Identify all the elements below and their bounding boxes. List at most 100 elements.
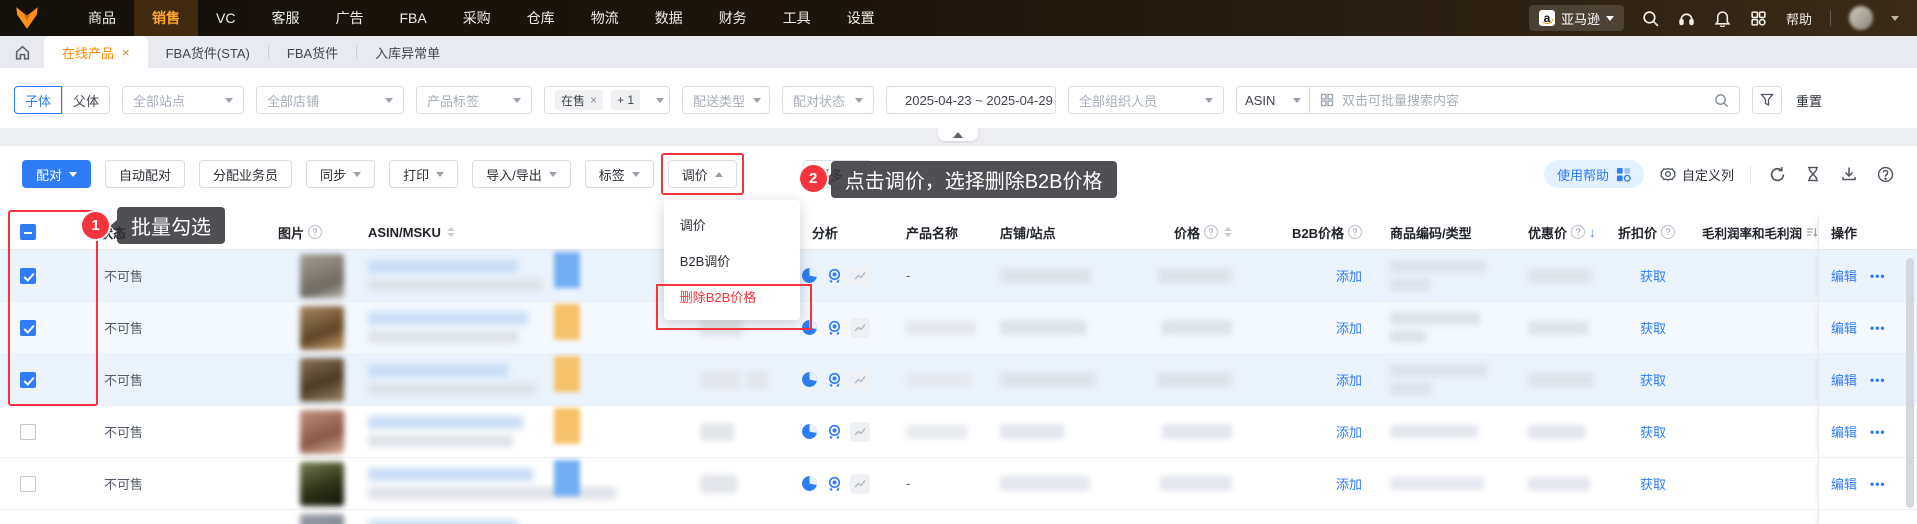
discount-fetch-link[interactable]: 获取 (1640, 474, 1666, 493)
print-button[interactable]: 打印 (389, 160, 459, 188)
question-icon[interactable] (1875, 164, 1895, 184)
tab-online-products[interactable]: 在线产品 × (44, 36, 148, 68)
radar-analysis-icon[interactable] (825, 371, 843, 389)
col-asin-msku[interactable]: ASIN/MSKU (368, 225, 455, 240)
trend-analysis-icon[interactable] (850, 369, 870, 390)
info-icon[interactable]: ? (308, 225, 323, 239)
apps-grid-icon[interactable] (1750, 9, 1768, 27)
discount-fetch-link[interactable]: 获取 (1640, 422, 1666, 441)
edit-link[interactable]: 编辑 (1831, 318, 1857, 337)
store-select[interactable]: 全部店铺 (256, 86, 405, 114)
variant-parent-button[interactable]: 父体 (62, 86, 111, 114)
radar-analysis-icon[interactable] (825, 423, 843, 441)
table-row[interactable]: 不可售 - 添加 获取 编辑 ••• (0, 458, 1917, 510)
info-icon[interactable]: ? (1204, 225, 1218, 239)
search-icon[interactable] (1714, 93, 1729, 108)
row-checkbox[interactable] (20, 423, 36, 440)
reset-button[interactable]: 重置 (1796, 91, 1822, 110)
refresh-icon[interactable] (1767, 164, 1787, 184)
collapse-filter-handle[interactable] (938, 128, 978, 141)
custom-columns-button[interactable]: 自定义列 (1660, 165, 1734, 184)
pair-status-select[interactable]: 配对状态 (782, 86, 875, 114)
table-row[interactable]: 不可售 添加 获取 编辑 ••• (0, 354, 1917, 406)
edit-link[interactable]: 编辑 (1831, 474, 1857, 493)
table-row[interactable]: 不可售 (0, 510, 1917, 524)
trend-analysis-icon[interactable] (850, 473, 870, 494)
sort-desc-icon[interactable]: ↓ (1589, 225, 1596, 240)
table-row[interactable]: 不可售 - 添加 获取 编辑 ••• (0, 250, 1917, 302)
tab-inbound-abnormal[interactable]: 入库异常单 (357, 36, 458, 68)
nav-help-link[interactable]: 帮助 (1786, 9, 1812, 28)
col-price[interactable]: 价格? (1174, 223, 1232, 242)
usage-help-button[interactable]: 使用帮助 (1543, 160, 1644, 188)
download-icon[interactable] (1839, 164, 1859, 184)
avatar[interactable] (1849, 6, 1873, 30)
nav-item-service[interactable]: 客服 (253, 0, 317, 36)
b2b-add-link[interactable]: 添加 (1336, 370, 1362, 389)
more-actions-icon[interactable]: ••• (1870, 477, 1886, 491)
menu-item-b2b-reprice[interactable]: B2B调价 (664, 242, 800, 278)
nav-item-goods[interactable]: 商品 (70, 0, 134, 36)
nav-item-ads[interactable]: 广告 (317, 0, 381, 36)
radar-analysis-icon[interactable] (825, 475, 843, 493)
pair-button[interactable]: 配对 (22, 160, 92, 188)
menu-item-reprice[interactable]: 调价 (664, 206, 800, 242)
b2b-add-link[interactable]: 添加 (1336, 266, 1362, 285)
trend-analysis-icon[interactable] (850, 421, 870, 442)
nav-item-fba[interactable]: FBA (381, 0, 444, 36)
site-select[interactable]: 全部站点 (122, 86, 245, 114)
product-tag-select[interactable]: 产品标签 (416, 86, 533, 114)
close-icon[interactable]: × (122, 45, 130, 60)
pie-analysis-icon[interactable] (800, 371, 818, 389)
edit-link[interactable]: 编辑 (1831, 422, 1857, 441)
search-icon[interactable] (1642, 9, 1660, 27)
pie-analysis-icon[interactable] (800, 423, 818, 441)
trend-analysis-icon[interactable] (850, 317, 870, 338)
platform-switcher[interactable]: a 亚马逊 (1528, 5, 1624, 31)
select-all-checkbox[interactable] (20, 224, 36, 240)
col-profit[interactable]: 毛利润率和毛利润 (1702, 223, 1818, 242)
tab-fba-shipment[interactable]: FBA货件 (269, 36, 356, 68)
lingxing-fox-logo[interactable] (12, 5, 42, 31)
nav-item-finance[interactable]: 财务 (701, 0, 765, 36)
b2b-add-link[interactable]: 添加 (1336, 422, 1362, 441)
hourglass-icon[interactable] (1803, 164, 1823, 184)
discount-fetch-link[interactable]: 获取 (1640, 370, 1666, 389)
search-input[interactable] (1342, 92, 1707, 108)
more-actions-icon[interactable]: ••• (1870, 425, 1886, 439)
row-checkbox[interactable] (20, 475, 36, 492)
row-check box[interactable] (20, 371, 36, 388)
more-actions-icon[interactable]: ••• (1870, 321, 1886, 335)
date-range-picker[interactable]: 2025-04-23 ~ 2025-04-29 (886, 86, 1057, 114)
nav-item-purchase[interactable]: 采购 (445, 0, 509, 36)
tag-button[interactable]: 标签 (584, 160, 654, 188)
account-chevron-down-icon[interactable] (1891, 15, 1899, 21)
sync-button[interactable]: 同步 (306, 160, 376, 188)
nav-item-vc[interactable]: VC (198, 0, 253, 36)
table-row[interactable]: 不可售 添加 获取 编辑 ••• (0, 302, 1917, 354)
radar-analysis-icon[interactable] (825, 319, 843, 337)
b2b-add-link[interactable]: 添加 (1336, 318, 1362, 337)
close-icon[interactable]: × (590, 93, 597, 107)
info-icon[interactable]: ? (1571, 225, 1586, 239)
search-type-select[interactable]: ASIN (1236, 86, 1311, 114)
nav-item-sales[interactable]: 销售 (134, 0, 198, 36)
variant-child-button[interactable]: 子体 (14, 86, 63, 114)
nav-item-logistics[interactable]: 物流 (573, 0, 637, 36)
trend-analysis-icon[interactable] (850, 265, 870, 286)
vertical-scrollbar[interactable] (1906, 258, 1914, 508)
more-actions-icon[interactable]: ••• (1870, 269, 1886, 283)
more-actions-icon[interactable]: ••• (1870, 373, 1886, 387)
org-member-select[interactable]: 全部组织人员 (1068, 86, 1225, 114)
listing-status-select[interactable]: 在售 × + 1 (544, 86, 671, 114)
auto-pair-button[interactable]: 自动配对 (105, 160, 186, 188)
row-checkbox[interactable] (20, 267, 36, 284)
nav-item-tools[interactable]: 工具 (765, 0, 829, 36)
radar-analysis-icon[interactable] (825, 267, 843, 285)
advanced-filter-button[interactable] (1752, 86, 1783, 114)
reprice-button[interactable]: 调价 (667, 160, 737, 188)
tab-fba-shipment-sta[interactable]: FBA货件(STA) (148, 36, 268, 68)
info-icon[interactable]: ? (1348, 225, 1362, 239)
edit-link[interactable]: 编辑 (1831, 266, 1857, 285)
headset-icon[interactable] (1678, 9, 1696, 27)
